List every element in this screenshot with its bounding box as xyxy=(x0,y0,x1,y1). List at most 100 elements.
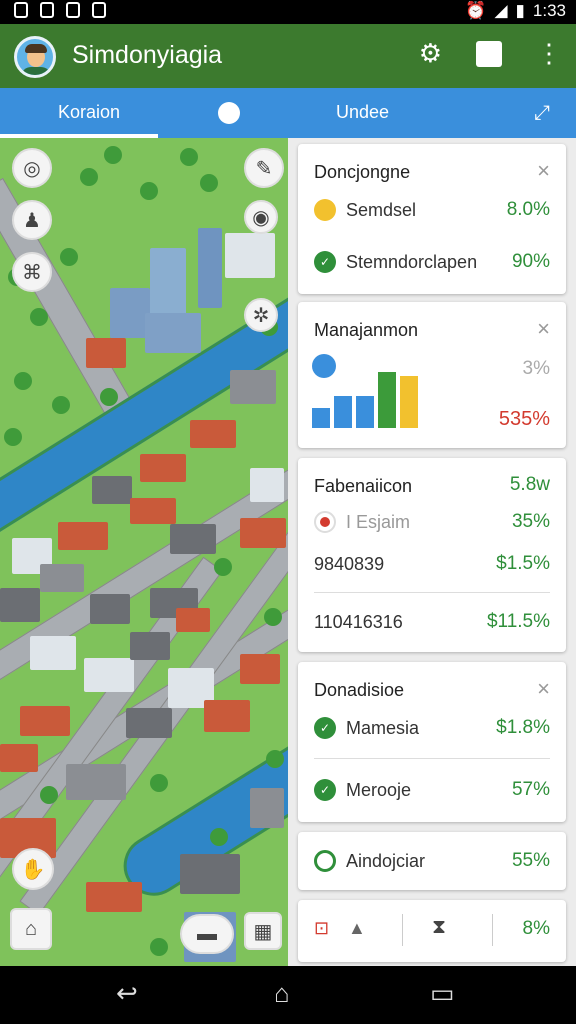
shop-icon[interactable]: ▦ xyxy=(244,912,282,950)
house xyxy=(230,370,276,404)
notification-icons xyxy=(14,2,106,18)
status-bar: ⏰ ◢ ▮ 1:33 xyxy=(0,0,576,24)
check-icon: ✓ xyxy=(314,251,336,273)
house xyxy=(190,420,236,448)
stat-row: ✓ Mamesia $1.8% xyxy=(314,714,550,742)
wifi-icon: ◢ xyxy=(494,1,508,20)
bug-icon[interactable]: ✲ xyxy=(244,298,278,332)
stat-label: 9840839 xyxy=(314,553,385,574)
close-icon[interactable]: × xyxy=(537,158,550,184)
stat-row: I Esjaim 35% xyxy=(314,508,550,536)
card-doncjongne: Doncjongne × Semdsel 8.0% ✓ Stemndorclap… xyxy=(298,144,566,294)
tab-koraion[interactable]: Koraion xyxy=(58,102,120,123)
red-dot-icon xyxy=(314,511,336,533)
check-icon: ✓ xyxy=(314,717,336,739)
vehicle-icon[interactable]: ▬ xyxy=(180,914,234,954)
stats-panel: Doncjongne × Semdsel 8.0% ✓ Stemndorclap… xyxy=(288,138,576,966)
stat-value: 55% xyxy=(511,850,550,871)
card-title: Donadisioe xyxy=(314,680,405,700)
house xyxy=(92,476,132,504)
city-map[interactable]: ◎ ♟ ⌘ ✎ ◉ ✲ ✋ ⌂ ▦ ▬ xyxy=(0,138,288,966)
settings-icon xyxy=(314,850,336,872)
mini-bar-chart xyxy=(312,362,422,428)
alarm-icon: ⏰ xyxy=(465,1,487,20)
stat-label: I Esjaim xyxy=(346,511,411,532)
map-filter-icon[interactable]: ◎ xyxy=(12,148,52,188)
hourglass-icon[interactable]: ⧗ xyxy=(432,916,446,939)
yellow-dot-icon xyxy=(314,199,336,221)
house xyxy=(0,588,40,622)
house xyxy=(130,632,170,660)
stat-value: $1.5% xyxy=(496,553,550,574)
compass-icon[interactable]: ◉ xyxy=(244,200,278,234)
house xyxy=(250,468,284,502)
check-icon: ✓ xyxy=(314,779,336,801)
stat-value: 90% xyxy=(511,251,550,272)
battery-icon: ▮ xyxy=(515,1,525,20)
stat-row: Aindojciar 55% xyxy=(314,847,550,875)
house xyxy=(20,706,70,736)
card-manajanmon: Manajanmon × 3% 535% xyxy=(298,302,566,448)
house xyxy=(40,564,84,592)
hand-icon[interactable]: ✋ xyxy=(12,848,54,890)
stat-value: 8% xyxy=(522,918,550,939)
stat-row: 110416316 $11.5% xyxy=(314,608,550,636)
stat-row: 9840839 $1.5% xyxy=(314,550,550,578)
small-percent: 3% xyxy=(522,358,550,379)
avatar[interactable] xyxy=(14,36,56,78)
globe-icon[interactable] xyxy=(218,102,240,124)
house xyxy=(86,338,126,368)
settings-gear-icon[interactable]: ⚙ xyxy=(419,38,442,69)
share-icon[interactable] xyxy=(476,40,502,67)
building xyxy=(150,248,186,318)
close-icon[interactable]: × xyxy=(537,316,550,342)
stat-value: 35% xyxy=(511,511,550,532)
building xyxy=(145,313,201,353)
card-title: Fabenaiicon xyxy=(314,476,413,496)
house xyxy=(240,518,286,548)
house xyxy=(240,654,280,684)
card-title: Manajanmon xyxy=(314,320,419,340)
card-actions: ⊡ ▲ ⧗ 8% xyxy=(298,900,566,962)
tab-bar: Koraion Undee ⤢ xyxy=(0,88,576,138)
stat-row: ✓ Stemndorclapen 90% xyxy=(314,248,550,276)
close-icon[interactable]: × xyxy=(537,676,550,702)
house xyxy=(86,882,142,912)
house xyxy=(130,498,176,524)
home-icon[interactable]: ⌂ xyxy=(274,978,290,1009)
house xyxy=(66,764,126,800)
stat-value: 57% xyxy=(511,779,550,800)
card-donadisioe: Donadisioe × ✓ Mamesia $1.8% ✓ Merooje 5… xyxy=(298,662,566,822)
house xyxy=(126,708,172,738)
system-nav-bar: ↩ ⌂ ▭ xyxy=(0,966,576,1024)
gamepad-icon[interactable]: ⌘ xyxy=(12,252,52,292)
stat-value: $1.8% xyxy=(496,717,550,738)
back-icon[interactable]: ↩ xyxy=(116,978,138,1009)
house xyxy=(180,854,240,894)
stat-label: Mamesia xyxy=(346,717,420,738)
person-icon[interactable]: ♟ xyxy=(12,200,52,240)
build-icon[interactable]: ⌂ xyxy=(10,908,52,950)
top-value: 5.8w xyxy=(509,474,550,495)
house xyxy=(58,522,108,550)
more-options-icon[interactable]: ⋮ xyxy=(536,38,562,69)
building xyxy=(225,233,275,278)
card-aindojciar: Aindojciar 55% xyxy=(298,832,566,890)
stat-value: $11.5% xyxy=(486,611,550,632)
pin-icon[interactable]: ▲ xyxy=(348,918,366,939)
recents-icon[interactable]: ▭ xyxy=(430,978,455,1009)
house xyxy=(30,636,76,670)
app-bar: Simdonyiagia ⚙ ⋮ xyxy=(0,24,576,88)
house xyxy=(176,608,210,632)
stat-value: 8.0% xyxy=(506,199,550,220)
expand-icon[interactable]: ⤢ xyxy=(534,102,550,125)
toolbox-icon[interactable]: ⊡ xyxy=(314,918,329,939)
stat-row: Semdsel 8.0% xyxy=(314,196,550,224)
divider xyxy=(314,758,550,759)
house xyxy=(0,744,38,772)
tab-undee[interactable]: Undee xyxy=(336,102,389,123)
stat-label: Aindojciar xyxy=(346,850,426,871)
stat-label: Semdsel xyxy=(346,199,417,220)
tools-icon[interactable]: ✎ xyxy=(244,148,284,188)
divider xyxy=(314,592,550,593)
